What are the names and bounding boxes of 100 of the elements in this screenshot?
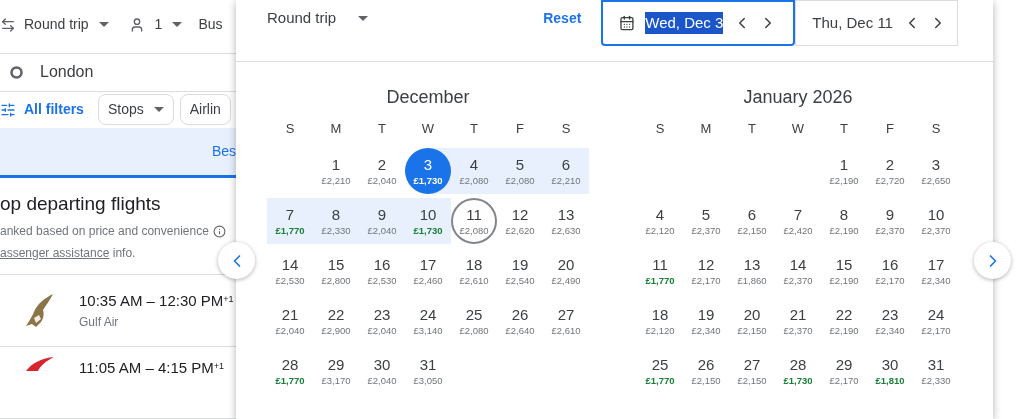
origin-field[interactable]: London — [40, 60, 94, 85]
info-icon — [212, 224, 226, 238]
calendar-day[interactable]: 24 £2,170 — [913, 298, 959, 344]
calendar-day[interactable]: 11 £1,770 — [637, 248, 683, 294]
calendar-day[interactable]: 6 £2,210 — [543, 148, 589, 194]
calendar-day[interactable]: 20 £2,150 — [729, 298, 775, 344]
section-heading: op departing flights — [0, 192, 162, 216]
calendar-day[interactable]: 28 £1,770 — [267, 348, 313, 394]
calendar-day[interactable]: 14 £2,530 — [267, 248, 313, 294]
calendar-day[interactable]: 28 £1,730 — [775, 348, 821, 394]
weekday-label: S — [284, 120, 296, 138]
calendar-day[interactable]: 13 £1,860 — [729, 248, 775, 294]
calendar-day[interactable]: 16 £2,170 — [867, 248, 913, 294]
sort-tab[interactable]: Bes — [0, 128, 236, 178]
weekday-label: S — [930, 120, 942, 138]
calendar-day[interactable]: 25 £1,770 — [637, 348, 683, 394]
calendar-day[interactable]: 15 £2,800 — [313, 248, 359, 294]
calendar-day[interactable]: 1 £2,190 — [821, 148, 867, 194]
calendar-day[interactable]: 27 £2,150 — [729, 348, 775, 394]
date-field[interactable]: Wed, Dec 3 — [601, 0, 796, 46]
calendar-day[interactable]: 5 £2,370 — [683, 198, 729, 244]
calendar-day[interactable]: 7 £1,770 — [267, 198, 313, 244]
calendar-day[interactable]: 17 £2,340 — [913, 248, 959, 294]
passenger-dropdown[interactable]: 1 — [128, 14, 183, 36]
cabin-class-dropdown[interactable]: Bus — [198, 14, 223, 36]
calendar-day[interactable]: 21 £2,370 — [775, 298, 821, 344]
weekday-label: W — [420, 120, 436, 138]
calendar-day[interactable]: 25 £2,080 — [451, 298, 497, 344]
calendar-day[interactable]: 23 £2,340 — [867, 298, 913, 344]
trip-type-dropdown[interactable]: Round trip — [24, 14, 109, 36]
info-text: info. — [111, 246, 136, 260]
caret-icon — [358, 15, 369, 21]
calendar-day[interactable]: 10 £2,370 — [913, 198, 959, 244]
calendar-day[interactable]: 8 £2,330 — [313, 198, 359, 244]
calendar-day[interactable]: 9 £2,040 — [359, 198, 405, 244]
calendar-day[interactable]: 16 £2,530 — [359, 248, 405, 294]
calendar-day[interactable]: 19 £2,540 — [497, 248, 543, 294]
caret-icon — [172, 22, 183, 28]
calendar-day[interactable]: 20 £2,490 — [543, 248, 589, 294]
calendar-day[interactable]: 22 £2,900 — [313, 298, 359, 344]
calendar-day[interactable]: 29 £3,170 — [313, 348, 359, 394]
filter-chip[interactable]: Airlin — [179, 94, 231, 126]
weekday-label: F — [515, 120, 525, 138]
calendar-day[interactable]: 31 £2,330 — [913, 348, 959, 394]
filter-chip[interactable]: Stops — [97, 94, 174, 126]
weekday-label: S — [654, 120, 666, 138]
calendar-day[interactable]: 14 £2,370 — [775, 248, 821, 294]
calendar-day[interactable]: 11 £2,080 — [451, 198, 497, 244]
calendar-day[interactable]: 31 £3,050 — [405, 348, 451, 394]
sliders-icon — [0, 101, 16, 118]
calendar-day[interactable]: 5 £2,080 — [497, 148, 543, 194]
calendar-day[interactable]: 19 £2,340 — [683, 298, 729, 344]
weekday-label: F — [885, 120, 895, 138]
calendar-day[interactable]: 4 £2,120 — [637, 198, 683, 244]
calendar-day[interactable]: 2 £2,720 — [867, 148, 913, 194]
calendar-day[interactable]: 30 £1,810 — [867, 348, 913, 394]
circle-icon — [10, 65, 23, 79]
calendar-day[interactable]: 23 £2,040 — [359, 298, 405, 344]
swap-icon — [0, 16, 16, 33]
calendar-day[interactable]: 12 £2,620 — [497, 198, 543, 244]
calendar-day[interactable]: 13 £2,630 — [543, 198, 589, 244]
calendar-day[interactable]: 2 £2,040 — [359, 148, 405, 194]
airline-name: Gulf Air — [79, 313, 120, 331]
calendar-day[interactable]: 21 £2,040 — [267, 298, 313, 344]
calendar-day[interactable]: 12 £2,170 — [683, 248, 729, 294]
calendar-day[interactable]: 27 £2,610 — [543, 298, 589, 344]
calendar-day[interactable]: 3 £2,650 — [913, 148, 959, 194]
all-filters-button[interactable]: All filters — [0, 99, 84, 121]
month-title: January 2026 — [742, 86, 854, 109]
calendar-day[interactable]: 3 £1,730 — [405, 148, 451, 194]
calendar-day[interactable]: 26 £2,150 — [683, 348, 729, 394]
calendar-day[interactable]: 30 £2,040 — [359, 348, 405, 394]
calendar-day[interactable]: 8 £2,190 — [821, 198, 867, 244]
weekday-label: M — [699, 120, 713, 138]
calendar-day[interactable]: 6 £2,150 — [729, 198, 775, 244]
calendar-day[interactable]: 9 £2,370 — [867, 198, 913, 244]
reset-button[interactable]: Reset — [543, 8, 582, 28]
calendar-day[interactable]: 26 £2,640 — [497, 298, 543, 344]
calendar-day[interactable]: 17 £2,460 — [405, 248, 451, 294]
weekday-label: T — [377, 120, 387, 138]
subtitle-text: anked based on price and convenience — [0, 223, 209, 240]
month-title: December — [385, 86, 471, 109]
calendar-day[interactable]: 1 £2,210 — [313, 148, 359, 194]
calendar-day[interactable]: 22 £2,190 — [821, 298, 867, 344]
calendar-day[interactable]: 29 £2,170 — [821, 348, 867, 394]
calendar-day[interactable]: 18 £2,610 — [451, 248, 497, 294]
weekday-label: M — [329, 120, 343, 138]
calendar-day[interactable]: 15 £2,190 — [821, 248, 867, 294]
weekday-label: W — [790, 120, 806, 138]
calendar-day[interactable]: 4 £2,080 — [451, 148, 497, 194]
weekday-label: T — [839, 120, 849, 138]
calendar-icon — [619, 14, 636, 32]
assistance-link[interactable]: assenger assistance — [0, 246, 110, 260]
flight-times: 10:35 AM – 12:30 PM$^{+1}$ — [79, 291, 234, 312]
calendar-day[interactable]: 18 £2,120 — [637, 298, 683, 344]
calendar-day[interactable]: 24 £3,140 — [405, 298, 451, 344]
calendar-day[interactable]: 7 £2,420 — [775, 198, 821, 244]
trip-type-dropdown[interactable]: Round trip — [267, 8, 369, 28]
date-field[interactable]: Thu, Dec 11 — [795, 0, 959, 46]
calendar-day[interactable]: 10 £1,730 — [405, 198, 451, 244]
